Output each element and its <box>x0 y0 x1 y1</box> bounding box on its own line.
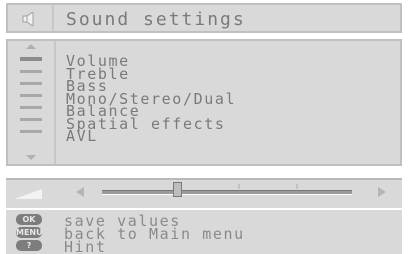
slider-tick <box>238 184 240 189</box>
menu-scroll-column[interactable] <box>8 41 56 164</box>
sound-settings-screen: Sound settings Volume Treble Bass Mono/S… <box>0 0 408 254</box>
item-bar-icon <box>20 82 42 85</box>
ok-key-icon[interactable]: OK <box>16 214 42 225</box>
volume-slider-thumb[interactable] <box>173 182 182 197</box>
scroll-down-icon[interactable] <box>26 155 36 160</box>
item-bars <box>20 57 42 142</box>
slider-left-arrow-icon[interactable] <box>76 187 84 197</box>
header-icon-column <box>8 5 54 31</box>
footer-row-hint[interactable]: ? Hint <box>6 238 402 254</box>
footer-panel: OK save values MENU back to Main menu ? … <box>6 210 402 254</box>
speaker-icon <box>22 12 34 26</box>
scroll-up-icon[interactable] <box>26 44 36 49</box>
volume-slider-track[interactable] <box>102 190 352 195</box>
item-bar-icon <box>20 70 42 73</box>
settings-menu: Volume Treble Bass Mono/Stereo/Dual Bala… <box>66 54 236 143</box>
volume-ramp-icon <box>14 189 42 199</box>
hint-label: Hint <box>64 238 107 254</box>
item-bar-icon <box>20 94 42 97</box>
header-panel: Sound settings <box>6 3 402 33</box>
slider-right-arrow-icon[interactable] <box>378 187 386 197</box>
page-title: Sound settings <box>66 9 246 30</box>
item-bar-icon <box>20 118 42 121</box>
settings-menu-panel: Volume Treble Bass Mono/Stereo/Dual Bala… <box>6 39 402 166</box>
slider-tick <box>296 184 298 189</box>
item-bar-icon <box>20 106 42 109</box>
item-bar-icon <box>20 57 42 61</box>
help-key-icon[interactable]: ? <box>16 240 42 251</box>
menu-key-icon[interactable]: MENU <box>16 227 43 238</box>
volume-slider-panel <box>6 178 402 208</box>
item-bar-icon <box>20 130 42 133</box>
